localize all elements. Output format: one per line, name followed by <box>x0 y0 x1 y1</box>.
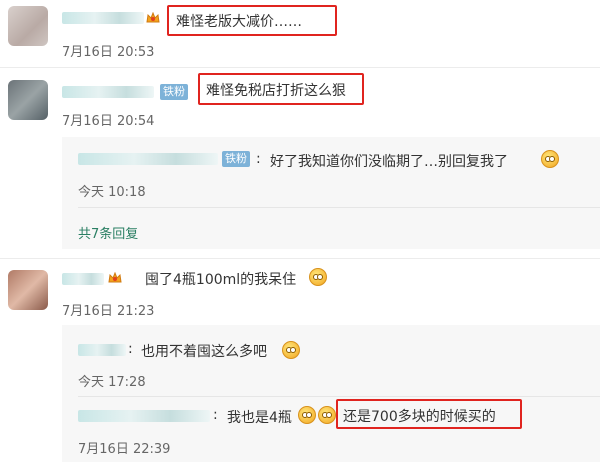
avatar[interactable] <box>8 270 48 310</box>
comment-text: 难怪免税店打折这么狠 <box>206 83 346 99</box>
reply-username[interactable] <box>78 153 218 165</box>
more-replies-link[interactable]: 共7条回复 <box>78 223 138 242</box>
username[interactable] <box>62 86 154 98</box>
reply-username[interactable] <box>78 410 210 422</box>
comment-time: 7月16日 20:53 <box>62 45 155 60</box>
comment-text: 难怪老版大减价…… <box>176 14 302 30</box>
reply-time: 今天 10:18 <box>78 185 146 200</box>
crown-badge-icon <box>108 272 122 283</box>
username[interactable] <box>62 12 144 24</box>
comment-time: 7月16日 20:54 <box>62 114 155 129</box>
comment-time: 7月16日 21:23 <box>62 304 155 319</box>
reply-text: 我也是4瓶 <box>227 410 292 426</box>
reply-username[interactable] <box>78 344 126 356</box>
grin-face-icon <box>309 268 327 286</box>
laugh-tears-icon <box>282 341 300 359</box>
reply-time: 今天 17:28 <box>78 375 146 390</box>
divider <box>0 258 600 259</box>
comment-text: 囤了4瓶100ml的我呆住 <box>145 272 297 288</box>
nerd-face-icon <box>318 406 336 424</box>
avatar[interactable] <box>8 6 48 46</box>
crown-badge-icon <box>146 12 160 23</box>
nerd-face-icon <box>541 150 559 168</box>
reply-time: 7月16日 22:39 <box>78 442 171 457</box>
reply-text: 也用不着囤这么多吧 <box>141 344 267 360</box>
avatar[interactable] <box>8 80 48 120</box>
fan-badge: 铁粉 <box>222 151 250 167</box>
reply-colon: : <box>213 407 218 423</box>
divider <box>78 207 600 208</box>
nerd-face-icon <box>298 406 316 424</box>
reply-colon: : <box>128 341 133 357</box>
reply-text: 好了我知道你们没临期了…别回复我了 <box>270 154 508 170</box>
reply-colon: : <box>256 151 261 167</box>
divider <box>0 67 600 68</box>
divider <box>78 396 600 397</box>
fan-badge: 铁粉 <box>160 84 188 100</box>
reply-text: 还是700多块的时候买的 <box>343 409 496 425</box>
username[interactable] <box>62 273 104 285</box>
